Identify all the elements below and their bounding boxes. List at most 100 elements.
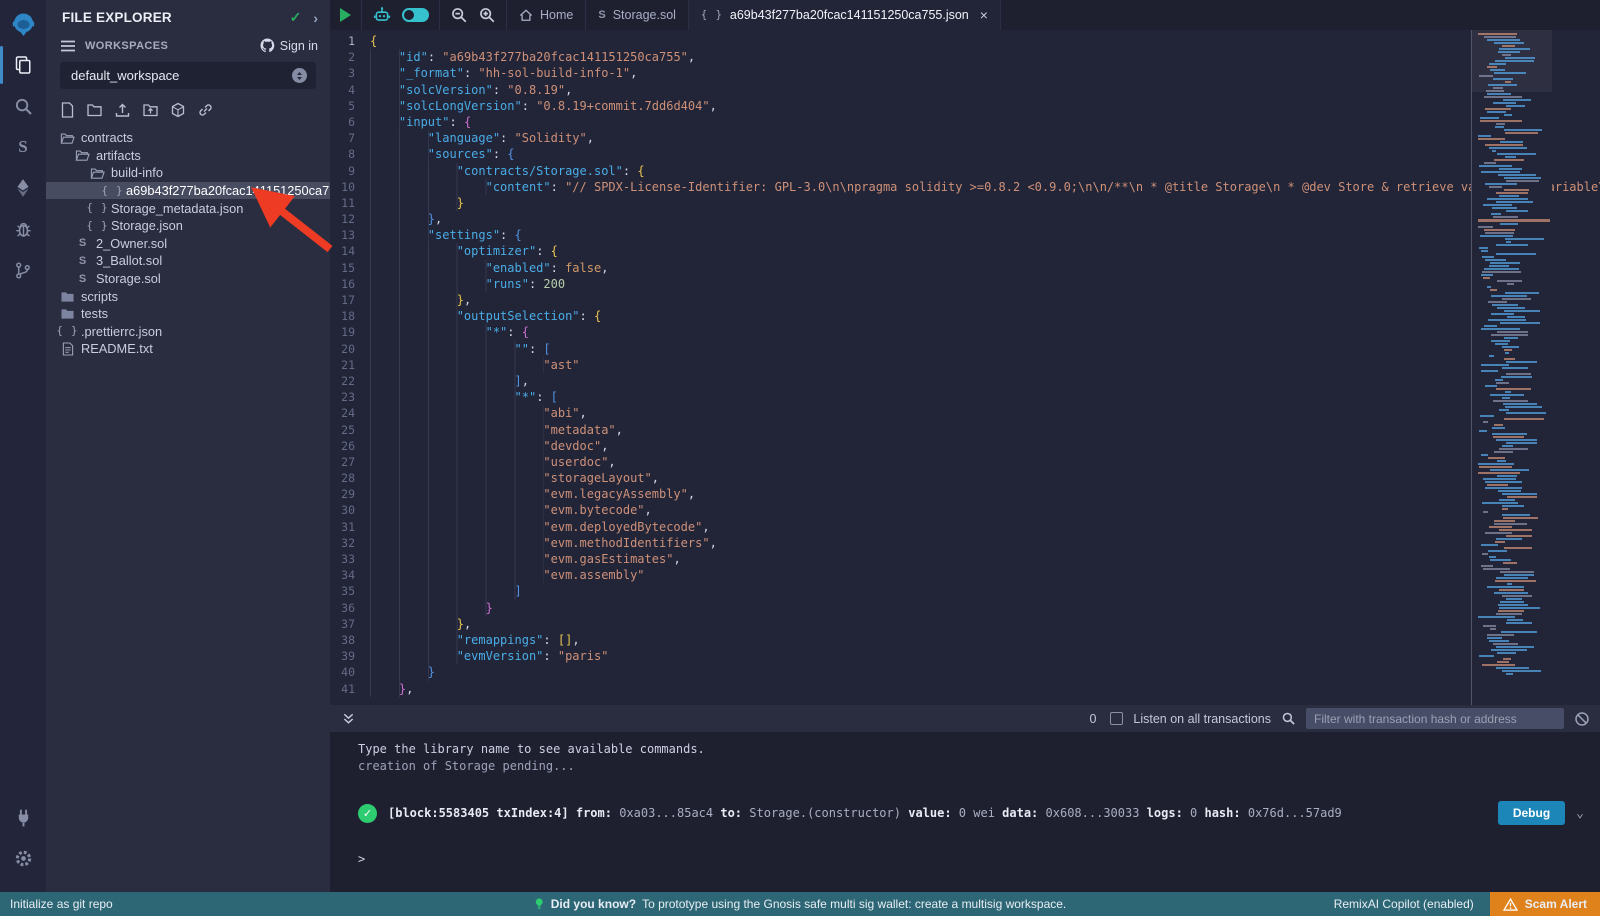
sidebar-item-git[interactable] xyxy=(0,253,46,287)
editor-tab-bar: Home S Storage.sol { } a69b43f277ba20fca… xyxy=(330,0,1600,30)
code-editor[interactable]: 1{2 "id": "a69b43f277ba20fcac141151250ca… xyxy=(330,30,1600,705)
terminal[interactable]: Type the library name to see available c… xyxy=(330,732,1600,892)
tree-item-contracts[interactable]: contracts xyxy=(46,129,330,147)
clear-console-icon[interactable] xyxy=(1574,711,1590,727)
terminal-prompt[interactable]: > xyxy=(358,852,1584,866)
zoom-out-icon[interactable] xyxy=(450,6,468,24)
code-line: 34 "evm.assembly" xyxy=(330,567,1600,583)
debug-button[interactable]: Debug xyxy=(1498,801,1565,825)
code-line: 5 "solcLongVersion": "0.8.19+commit.7dd6… xyxy=(330,98,1600,114)
tree-item-storage-metadata-json[interactable]: { }Storage_metadata.json xyxy=(46,199,330,217)
code-line: 20 "": [ xyxy=(330,341,1600,357)
code-line: 21 "ast" xyxy=(330,357,1600,373)
scam-alert-button[interactable]: Scam Alert xyxy=(1490,892,1600,916)
tree-item-a69b43f277ba20fcac141151250ca7[interactable]: { }a69b43f277ba20fcac141151250ca7... xyxy=(46,182,330,200)
app-window: S FILE EXPLORER ✓ › WORKSPACES xyxy=(0,0,1600,892)
code-line: 37 }, xyxy=(330,616,1600,632)
status-bar: Initialize as git repo Did you know? To … xyxy=(0,892,1600,916)
sidebar-item-deploy-and-run[interactable] xyxy=(0,171,46,205)
zoom-in-icon[interactable] xyxy=(478,6,496,24)
terminal-output-line: Type the library name to see available c… xyxy=(358,741,1584,758)
upload-file-icon[interactable] xyxy=(114,102,131,118)
tree-item-scripts[interactable]: scripts xyxy=(46,287,330,305)
upload-folder-icon[interactable] xyxy=(142,102,159,118)
git-init-button[interactable]: Initialize as git repo xyxy=(0,897,113,911)
sidebar-item-plugin-manager[interactable] xyxy=(0,800,46,834)
minimap[interactable] xyxy=(1471,30,1552,705)
remix-logo-icon[interactable] xyxy=(0,7,46,41)
listen-all-transactions-checkbox[interactable] xyxy=(1110,712,1123,725)
code-line: 17 }, xyxy=(330,292,1600,308)
tree-item-readme-txt[interactable]: README.txt xyxy=(46,340,330,358)
link-remixd-icon[interactable] xyxy=(197,102,214,118)
solidity-icon: S xyxy=(75,273,90,285)
collapse-terminal-icon[interactable] xyxy=(342,712,355,726)
json-icon: { } xyxy=(90,202,105,214)
remixai-copilot-status[interactable]: RemixAI Copilot (enabled) xyxy=(1334,897,1474,911)
tree-item-storage-sol[interactable]: S Storage.sol xyxy=(46,270,330,288)
listen-all-transactions-label: Listen on all transactions xyxy=(1133,712,1271,726)
code-line: 9 "contracts/Storage.sol": { xyxy=(330,163,1600,179)
workspaces-label: WORKSPACES xyxy=(85,40,168,52)
publish-to-ipfs-icon[interactable] xyxy=(170,102,186,118)
tree-item-label: scripts xyxy=(81,289,118,304)
code-line: 15 "enabled": false, xyxy=(330,260,1600,276)
git-branch-icon xyxy=(14,261,32,280)
github-sign-in-button[interactable]: Sign in xyxy=(260,38,318,53)
sidebar-item-solidity-compiler[interactable]: S xyxy=(0,130,46,164)
tree-item-build-info[interactable]: build-info xyxy=(46,164,330,182)
code-line: 7 "language": "Solidity", xyxy=(330,130,1600,146)
code-line: 36 } xyxy=(330,600,1600,616)
workspace-select[interactable]: default_workspace xyxy=(60,62,316,89)
ethereum-icon xyxy=(14,178,32,198)
tree-item-label: a69b43f277ba20fcac141151250ca7... xyxy=(126,183,340,198)
search-icon[interactable] xyxy=(1281,711,1296,726)
tree-item-tests[interactable]: tests xyxy=(46,305,330,323)
tree-item-artifacts[interactable]: artifacts xyxy=(46,147,330,165)
code-line: 18 "outputSelection": { xyxy=(330,308,1600,324)
transaction-filter-input[interactable] xyxy=(1306,708,1564,729)
code-line: 32 "evm.methodIdentifiers", xyxy=(330,535,1600,551)
tab-home[interactable]: Home xyxy=(507,0,586,30)
sidebar-item-debugger[interactable] xyxy=(0,212,46,246)
status-check-icon: ✓ xyxy=(290,9,302,26)
transaction-log-row[interactable]: ✓ [block:5583405 txIndex:4] from: 0xa03.… xyxy=(358,801,1584,825)
code-line: 11 } xyxy=(330,195,1600,211)
code-line: 10 "content": "// SPDX-License-Identifie… xyxy=(330,179,1600,195)
tree-item-storage-json[interactable]: { }Storage.json xyxy=(46,217,330,235)
expand-log-chevron-icon[interactable]: ⌄ xyxy=(1576,806,1584,821)
file-explorer-panel: FILE EXPLORER ✓ › WORKSPACES Sign in def… xyxy=(46,0,330,892)
folder-icon xyxy=(60,290,75,303)
tree-item-3-ballot-sol[interactable]: S3_Ballot.sol xyxy=(46,252,330,270)
tab-build-info-json[interactable]: { } a69b43f277ba20fcac141151250ca755.jso… xyxy=(689,0,1001,30)
editor-area: Home S Storage.sol { } a69b43f277ba20fca… xyxy=(330,0,1600,892)
file-actions-toolbar xyxy=(46,89,330,124)
sidebar-item-file-explorer[interactable] xyxy=(0,48,46,82)
code-lines: 1{2 "id": "a69b43f277ba20fcac141151250ca… xyxy=(330,33,1600,705)
create-folder-icon[interactable] xyxy=(86,102,103,118)
file-tree: contractsartifactsbuild-info{ }a69b43f27… xyxy=(46,129,330,358)
sidebar-item-settings[interactable] xyxy=(0,841,46,875)
ai-copilot-toggle[interactable] xyxy=(402,8,429,22)
tree-item-label: tests xyxy=(81,306,108,321)
create-file-icon[interactable] xyxy=(60,102,75,118)
json-file-icon: { } xyxy=(701,9,723,21)
close-tab-icon[interactable]: × xyxy=(980,7,988,23)
tree-item-label: Storage.sol xyxy=(96,271,161,286)
tree-item-label: 2_Owner.sol xyxy=(96,236,167,251)
tab-storage-sol[interactable]: S Storage.sol xyxy=(586,0,689,30)
code-line: 31 "evm.deployedBytecode", xyxy=(330,519,1600,535)
solidity-file-icon: S xyxy=(598,9,605,21)
tree-item-prettierrc-json[interactable]: { }.prettierrc.json xyxy=(46,323,330,341)
tree-item-2-owner-sol[interactable]: S2_Owner.sol xyxy=(46,235,330,253)
transaction-log-text: [block:5583405 txIndex:4] from: 0xa03...… xyxy=(388,806,1342,820)
sidebar-item-search[interactable] xyxy=(0,89,46,123)
tree-item-label: .prettierrc.json xyxy=(81,324,162,339)
gear-icon xyxy=(14,849,33,868)
hamburger-menu-icon[interactable] xyxy=(60,39,76,53)
code-line: 27 "userdoc", xyxy=(330,454,1600,470)
ai-robot-icon[interactable] xyxy=(372,6,392,24)
code-line: 13 "settings": { xyxy=(330,227,1600,243)
chevron-right-icon[interactable]: › xyxy=(313,10,318,26)
run-script-button[interactable] xyxy=(340,8,351,22)
